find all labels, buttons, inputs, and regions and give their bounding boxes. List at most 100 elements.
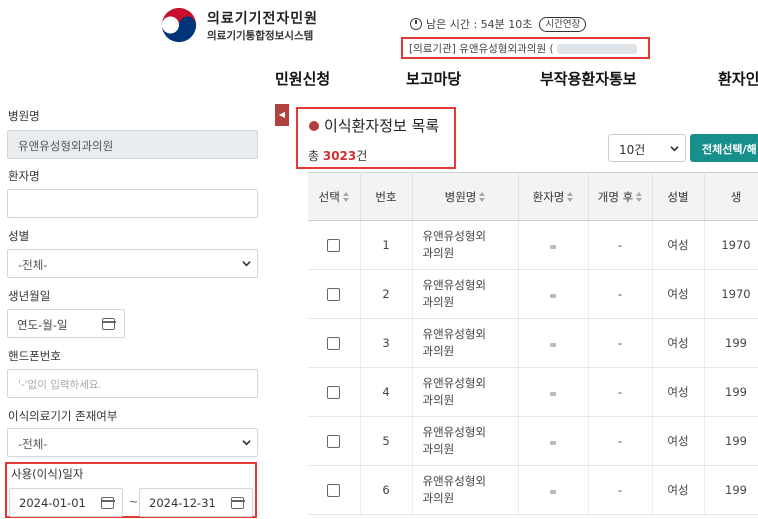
chevron-down-icon bbox=[670, 146, 679, 152]
row-checkbox-cell bbox=[308, 416, 361, 466]
row-checkbox[interactable] bbox=[327, 484, 341, 497]
brand-subtitle: 의료기기통합정보시스템 bbox=[207, 30, 314, 42]
nav-item-civil-petition[interactable]: 민원신청 bbox=[275, 68, 330, 89]
row-birth: 199 bbox=[704, 416, 758, 466]
masked-patient-name bbox=[550, 441, 556, 445]
row-birth: 199 bbox=[704, 367, 758, 417]
row-birth: 1970 bbox=[704, 269, 758, 319]
page-size-select[interactable]: 10건 bbox=[608, 134, 686, 162]
list-header: 이식환자정보 목록 총 3023건 bbox=[296, 107, 456, 169]
extend-session-button[interactable]: 시간연장 bbox=[539, 16, 587, 32]
row-number: 1 bbox=[360, 220, 413, 270]
total-suffix: 건 bbox=[356, 149, 368, 163]
table-row[interactable]: 6 유앤유성형외 과의원 - 여성 199 bbox=[308, 465, 758, 515]
row-patient-name bbox=[518, 318, 589, 368]
search-sidebar: 병원명 유앤유성형외과의원 환자명 성별 -전체- 생년월일 연도-월-일 핸드… bbox=[0, 104, 268, 519]
patient-name-input[interactable] bbox=[7, 189, 258, 218]
select-all-button[interactable]: 전체선택/해 bbox=[690, 134, 758, 162]
masked-patient-name bbox=[550, 392, 556, 396]
row-number: 3 bbox=[360, 318, 413, 368]
row-checkbox[interactable] bbox=[327, 239, 341, 252]
total-count-number: 3023 bbox=[322, 149, 357, 163]
table-row[interactable]: 4 유앤유성형외 과의원 - 여성 199 bbox=[308, 367, 758, 417]
nav-item-adverse-patient-report[interactable]: 부작용환자통보 bbox=[540, 68, 637, 89]
row-checkbox[interactable] bbox=[327, 337, 341, 350]
row-checkbox-cell bbox=[308, 465, 361, 515]
masked-patient-name bbox=[550, 294, 556, 298]
row-checkbox-cell bbox=[308, 220, 361, 270]
date-range-separator: ~ bbox=[129, 495, 139, 508]
column-header-hospital[interactable]: 병원명 bbox=[412, 172, 519, 221]
total-prefix: 총 bbox=[308, 149, 323, 163]
column-header-renamed[interactable]: 개명 후 bbox=[588, 172, 653, 221]
row-hospital: 유앤유성형외과의원 bbox=[412, 416, 519, 466]
sidebar-collapse-button[interactable]: ◀ bbox=[275, 104, 289, 126]
row-number: 6 bbox=[360, 465, 413, 515]
row-hospital-line1: 유앤유성형외 bbox=[422, 327, 486, 341]
row-birth: 1970 bbox=[704, 220, 758, 270]
table-row[interactable]: 3 유앤유성형외 과의원 - 여성 199 bbox=[308, 318, 758, 368]
implant-date-start-value: 2024-01-01 bbox=[19, 496, 86, 510]
masked-patient-name bbox=[550, 343, 556, 347]
row-hospital-line2: 과의원 bbox=[422, 442, 455, 456]
patient-name-label: 환자명 bbox=[8, 169, 40, 183]
column-header-patient[interactable]: 환자명 bbox=[518, 172, 589, 221]
organization-info: [의료기관] 유앤유성형외과의원 ( bbox=[401, 37, 650, 59]
row-hospital: 유앤유성형외과의원 bbox=[412, 318, 519, 368]
birthdate-input[interactable]: 연도-월-일 bbox=[7, 309, 125, 338]
row-hospital-line1: 유앤유성형외 bbox=[422, 229, 486, 243]
row-hospital: 유앤유성형외 과의원 bbox=[412, 269, 519, 319]
row-gender: 여성 bbox=[652, 269, 705, 319]
row-checkbox[interactable] bbox=[327, 435, 341, 448]
list-title: 이식환자정보 목록 bbox=[324, 117, 440, 135]
implant-date-start-input[interactable]: 2024-01-01 bbox=[9, 488, 123, 517]
calendar-icon[interactable] bbox=[230, 497, 245, 509]
nav-item-reports[interactable]: 보고마당 bbox=[406, 68, 461, 89]
timer-icon bbox=[410, 18, 422, 30]
row-hospital-line2: 과의원 bbox=[422, 295, 455, 309]
row-number: 5 bbox=[360, 416, 413, 466]
implant-date-end-input[interactable]: 2024-12-31 bbox=[139, 488, 253, 517]
brand-title[interactable]: 의료기기전자민원 bbox=[207, 8, 318, 28]
row-number: 2 bbox=[360, 269, 413, 319]
patient-table: 선택 번호 병원명 환자명 개명 후 성별 생 1 유앤유성형외 과의원 - 여성 197… bbox=[308, 172, 758, 515]
bullet-icon bbox=[309, 121, 319, 131]
row-renamed: - bbox=[588, 318, 653, 368]
table-row[interactable]: 5 유앤유성형외 과의원 - 여성 199 bbox=[308, 416, 758, 466]
government-emblem-logo bbox=[161, 7, 197, 43]
nav-item-patient[interactable]: 환자인 bbox=[718, 68, 758, 89]
session-remaining: 남은 시간 : 54분 10초 bbox=[426, 18, 533, 31]
birthdate-label: 생년월일 bbox=[8, 289, 51, 303]
calendar-icon[interactable] bbox=[100, 497, 115, 509]
implant-date-end-value: 2024-12-31 bbox=[149, 496, 216, 510]
implant-date-range: 사용(이식)일자 2024-01-01 ~ 2024-12-31 bbox=[5, 462, 257, 518]
gender-select[interactable]: -전체- bbox=[7, 249, 258, 278]
row-birth: 199 bbox=[704, 465, 758, 515]
phone-input[interactable]: '-'없이 입력하세요. bbox=[7, 369, 258, 398]
session-timer: 남은 시간 : 54분 10초 시간연장 bbox=[410, 16, 587, 32]
row-number: 4 bbox=[360, 367, 413, 417]
row-hospital-line2: 과의원 bbox=[422, 344, 455, 358]
row-gender: 여성 bbox=[652, 416, 705, 466]
column-header-select[interactable]: 선택 bbox=[308, 172, 361, 221]
row-checkbox-cell bbox=[308, 318, 361, 368]
row-patient-name bbox=[518, 269, 589, 319]
implant-device-select[interactable]: -전체- bbox=[7, 428, 258, 457]
table-row[interactable]: 2 유앤유성형외 과의원 - 여성 1970 bbox=[308, 269, 758, 319]
organization-name: [의료기관] 유앤유성형외과의원 ( bbox=[409, 43, 554, 55]
table-row[interactable]: 1 유앤유성형외 과의원 - 여성 1970 bbox=[308, 220, 758, 270]
row-gender: 여성 bbox=[652, 465, 705, 515]
row-birth: 199 bbox=[704, 318, 758, 368]
column-header-birth: 생 bbox=[704, 172, 758, 221]
table-header-row: 선택 번호 병원명 환자명 개명 후 성별 생 bbox=[308, 172, 758, 221]
row-hospital: 유앤유성형외 과의원 bbox=[412, 465, 519, 515]
row-hospital-line1: 유앤유성형외 bbox=[422, 425, 486, 439]
row-checkbox[interactable] bbox=[327, 288, 341, 301]
calendar-icon[interactable] bbox=[101, 318, 116, 330]
row-hospital-line2: 과의원 bbox=[422, 393, 455, 407]
row-renamed: - bbox=[588, 220, 653, 270]
row-checkbox[interactable] bbox=[327, 386, 341, 399]
row-renamed: - bbox=[588, 465, 653, 515]
row-patient-name bbox=[518, 465, 589, 515]
gender-select-value: -전체- bbox=[18, 258, 48, 272]
